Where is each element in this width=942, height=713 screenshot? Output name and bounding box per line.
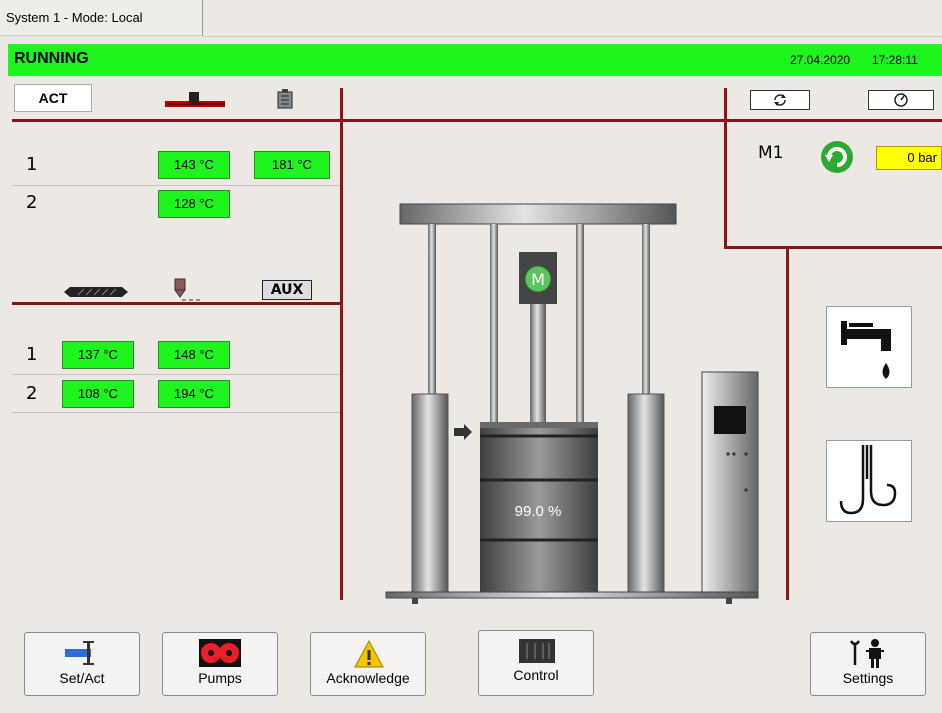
temp-value: 148 °C (158, 341, 230, 369)
zone-label: 2 (26, 192, 38, 213)
status-text: RUNNING (14, 50, 89, 67)
temp-value: 181 °C (254, 151, 330, 179)
pumps-label: Pumps (198, 670, 242, 686)
nozzle-icon (172, 278, 202, 302)
refresh-icon (774, 93, 786, 106)
aux-label: AUX (262, 280, 312, 300)
set-act-icon (65, 641, 94, 665)
settings-icon (849, 639, 884, 668)
row-separator (12, 412, 340, 413)
warning-icon (354, 639, 384, 668)
row-separator (12, 185, 340, 186)
rotate-icon (820, 140, 854, 174)
heater-icon (62, 284, 130, 298)
act-label: ACT (14, 84, 92, 112)
frame-line (343, 119, 942, 122)
refresh-button[interactable] (750, 90, 810, 110)
control-button[interactable]: Control (478, 630, 594, 696)
temp-value: 194 °C (158, 380, 230, 408)
faucet-icon (841, 321, 891, 379)
zone-label: 1 (26, 344, 38, 365)
press-machine: M 99.0 % (384, 200, 784, 610)
tab-title: System 1 - Mode: Local (6, 10, 143, 25)
control-label: Control (513, 667, 559, 683)
acknowledge-button[interactable]: Acknowledge (310, 632, 426, 696)
pressure-value: 0 bar (876, 146, 942, 170)
pumps-button[interactable]: Pumps (162, 632, 278, 696)
set-act-button[interactable]: Set/Act (24, 632, 140, 696)
gauge-button[interactable] (868, 90, 934, 110)
frame-line (340, 88, 343, 600)
tank-icon (276, 88, 294, 110)
hose-icon (163, 90, 227, 110)
window-tab[interactable]: System 1 - Mode: Local (0, 0, 203, 36)
tab-divider (203, 36, 942, 37)
set-act-label: Set/Act (59, 670, 105, 686)
frame-line (12, 119, 343, 122)
control-icon (519, 639, 555, 663)
hooks-button[interactable] (826, 440, 912, 522)
temp-value: 143 °C (158, 151, 230, 179)
temp-value: 128 °C (158, 190, 230, 218)
zone-label: 1 (26, 154, 38, 175)
motor-badge: M (531, 270, 545, 289)
faucet-button[interactable] (826, 306, 912, 388)
zone-label: 2 (26, 383, 38, 404)
acknowledge-label: Acknowledge (326, 670, 410, 686)
settings-button[interactable]: Settings (810, 632, 926, 696)
settings-label: Settings (842, 670, 894, 686)
gauge-icon (894, 92, 908, 107)
status-date: 27.04.2020 (790, 53, 851, 67)
pumps-icon (199, 639, 241, 667)
motor-label: M1 (758, 143, 784, 163)
drum-fill-level: 99.0 % (515, 503, 562, 520)
frame-line (786, 248, 789, 600)
row-separator (12, 374, 340, 375)
temp-value: 137 °C (62, 341, 134, 369)
frame-line (12, 302, 343, 305)
status-time: 17:28:11 (872, 53, 918, 67)
temp-value: 108 °C (62, 380, 134, 408)
hooks-icon (839, 445, 897, 515)
